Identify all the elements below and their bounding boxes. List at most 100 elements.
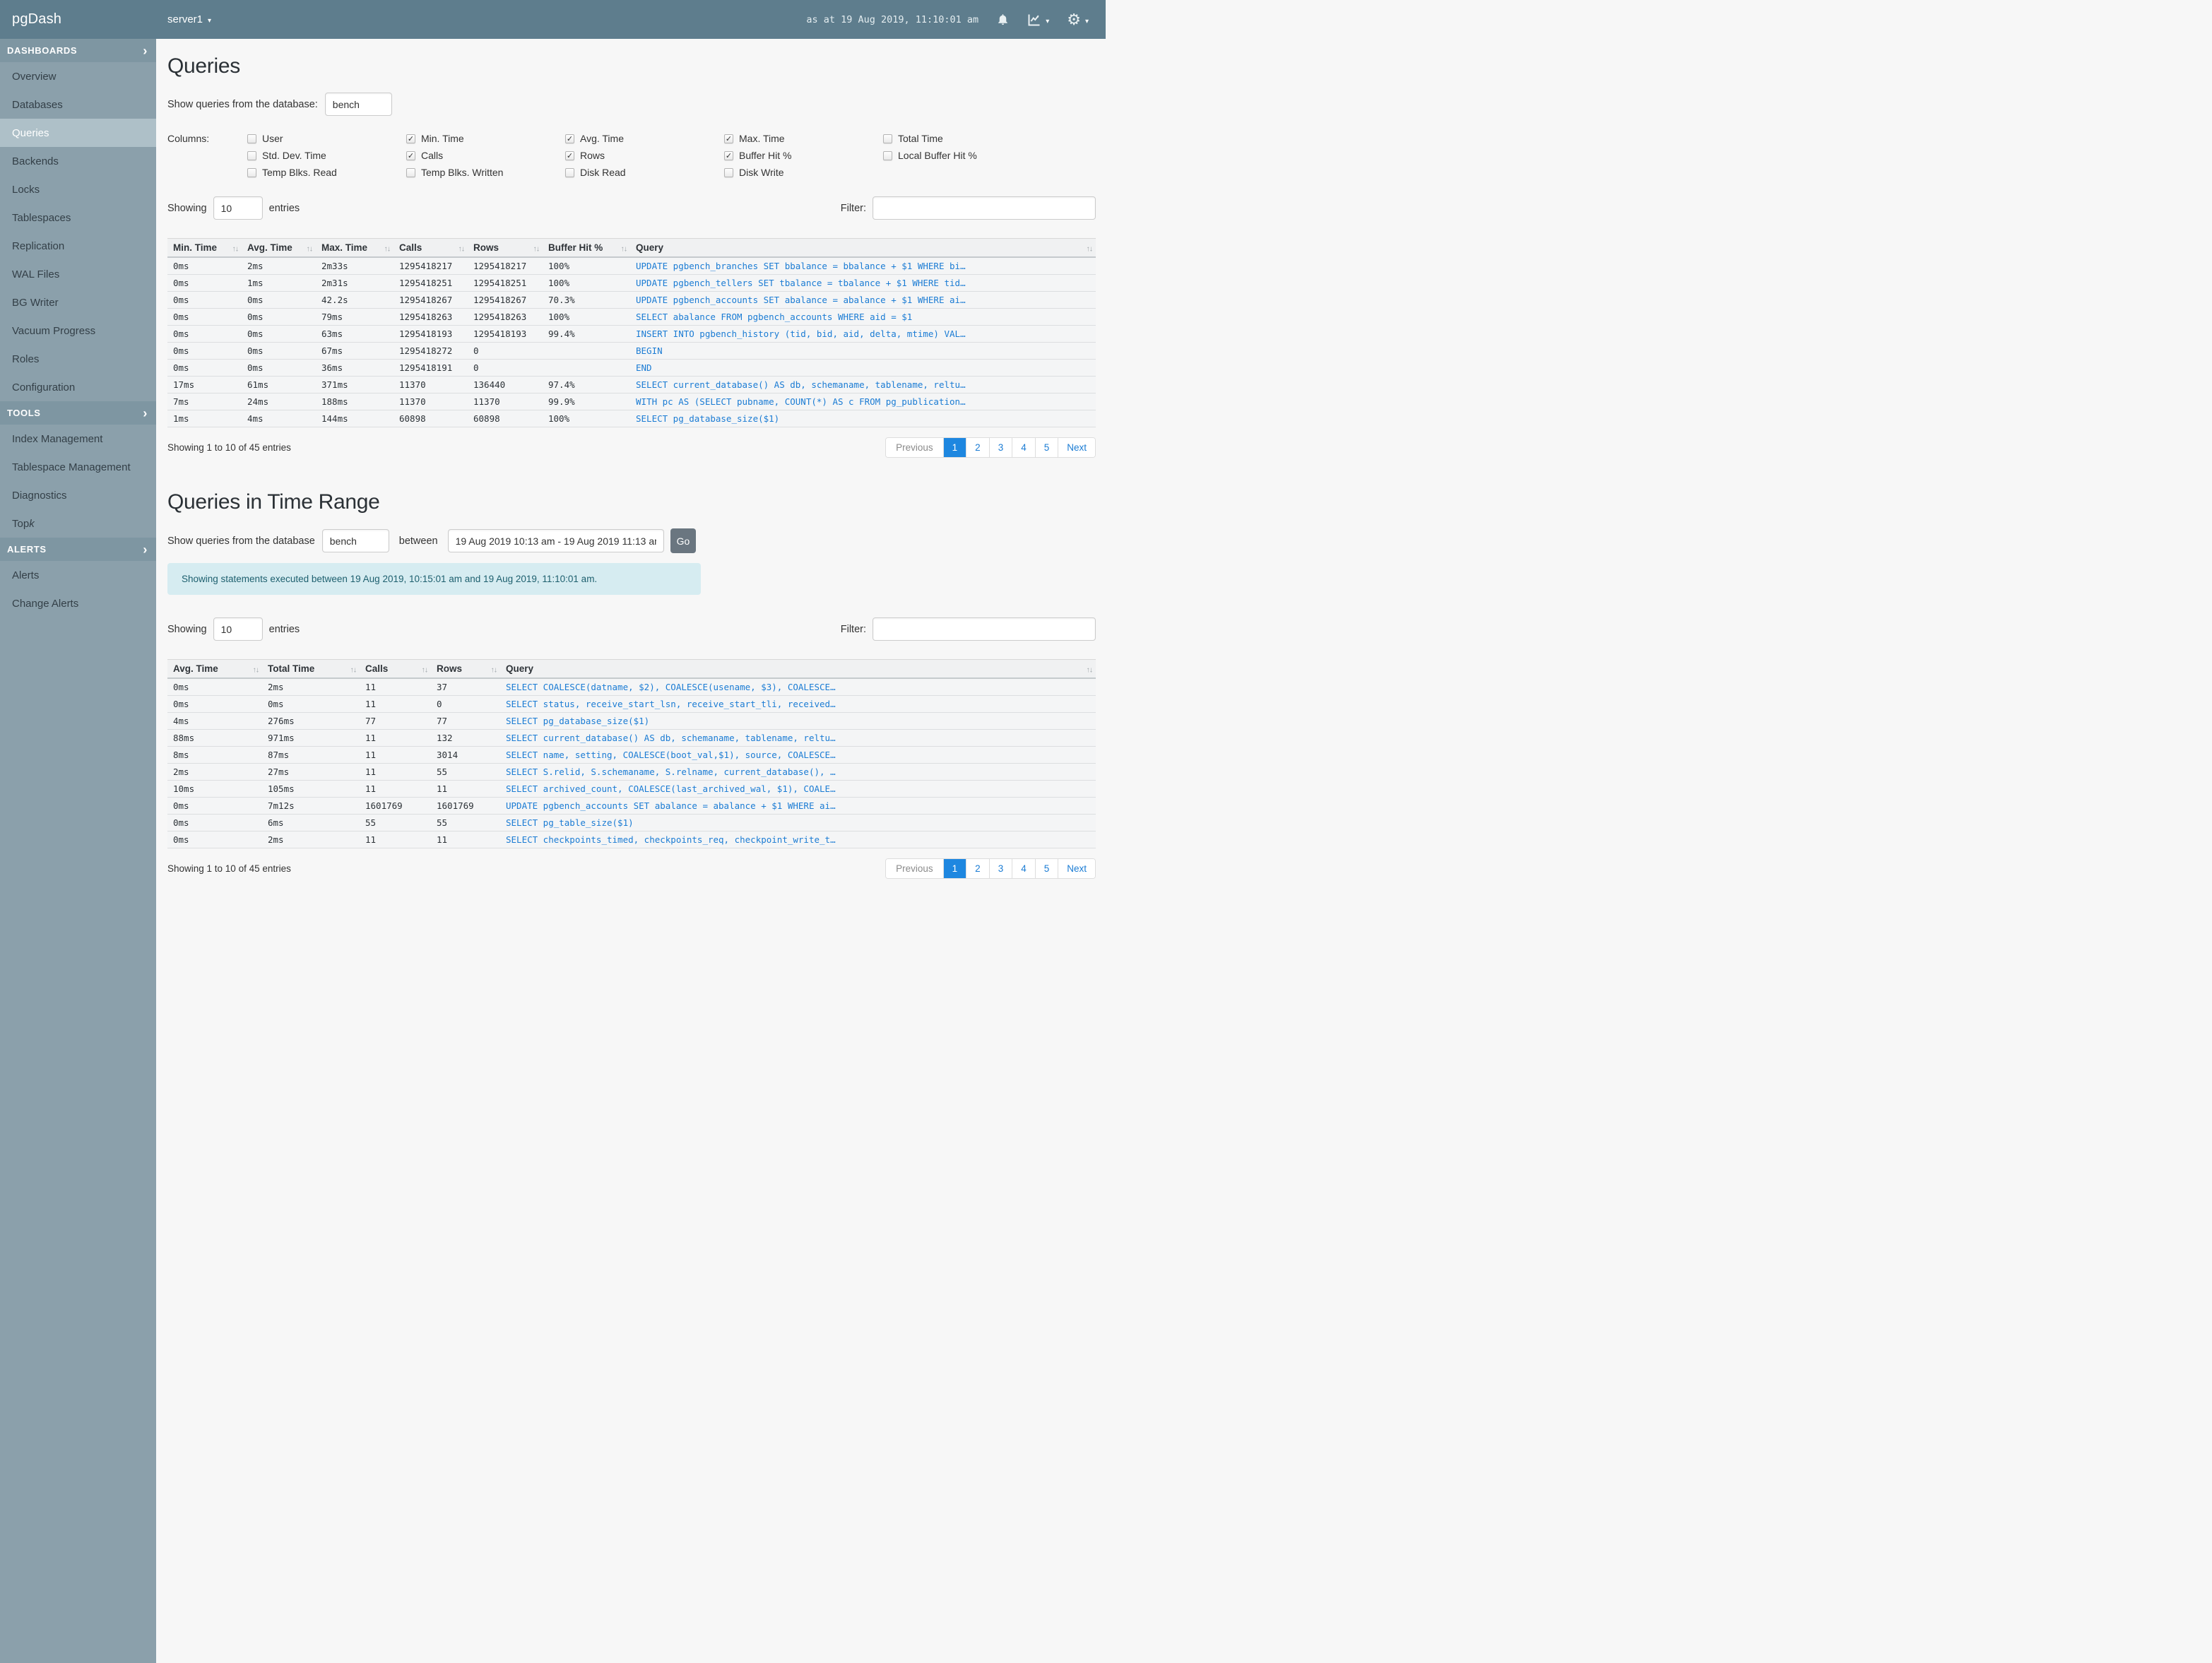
column-header-rows[interactable]: Rows [468, 238, 543, 258]
column-header-query[interactable]: Query [500, 659, 1096, 679]
sidebar-item-wal-files[interactable]: WAL Files [0, 260, 156, 288]
charts-menu-button[interactable] [1027, 13, 1049, 27]
checkbox[interactable] [406, 167, 415, 177]
checkbox[interactable] [883, 150, 892, 160]
pagination-previous[interactable]: Previous [886, 438, 943, 457]
checkbox[interactable] [724, 150, 733, 160]
checkbox[interactable] [724, 134, 733, 143]
sidebar-item-tablespace-management[interactable]: Tablespace Management [0, 453, 156, 481]
query-link[interactable]: SELECT abalance FROM pgbench_accounts WH… [636, 312, 912, 322]
query-link[interactable]: UPDATE pgbench_accounts SET abalance = a… [506, 800, 836, 811]
sidebar-item-vacuum-progress[interactable]: Vacuum Progress [0, 316, 156, 345]
column-checkbox-rows[interactable]: Rows [565, 150, 724, 161]
pagination-page-4[interactable]: 4 [1012, 438, 1035, 457]
checkbox[interactable] [724, 167, 733, 177]
column-header-avg-time[interactable]: Avg. Time [242, 238, 316, 258]
pagination-page-1[interactable]: 1 [942, 859, 966, 878]
sidebar-section-tools[interactable]: TOOLS [0, 401, 156, 425]
sidebar-item-databases[interactable]: Databases [0, 90, 156, 119]
checkbox[interactable] [406, 134, 415, 143]
query-link[interactable]: SELECT current_database() AS db, scheman… [506, 733, 836, 743]
notifications-button[interactable] [996, 13, 1010, 27]
query-link[interactable]: WITH pc AS (SELECT pubname, COUNT(*) AS … [636, 396, 966, 407]
sidebar-item-diagnostics[interactable]: Diagnostics [0, 481, 156, 509]
sidebar-item-bg-writer[interactable]: BG Writer [0, 288, 156, 316]
column-checkbox-temp-blks-written[interactable]: Temp Blks. Written [406, 167, 565, 178]
column-checkbox-total-time[interactable]: Total Time [883, 133, 1042, 144]
pagination-page-5[interactable]: 5 [1034, 438, 1058, 457]
pagination-page-1[interactable]: 1 [942, 438, 966, 457]
sidebar-section-dashboards[interactable]: DASHBOARDS [0, 39, 156, 62]
query-link[interactable]: SELECT current_database() AS db, scheman… [636, 379, 966, 390]
sidebar-item-alerts[interactable]: Alerts [0, 561, 156, 589]
sidebar-item-configuration[interactable]: Configuration [0, 373, 156, 401]
checkbox[interactable] [883, 134, 892, 143]
sidebar-section-alerts[interactable]: ALERTS [0, 538, 156, 561]
time-range-input[interactable] [447, 529, 664, 552]
query-link[interactable]: SELECT pg_table_size($1) [506, 817, 634, 828]
sidebar-item-backends[interactable]: Backends [0, 147, 156, 175]
query-link[interactable]: SELECT pg_database_size($1) [636, 413, 779, 424]
column-checkbox-min-time[interactable]: Min. Time [406, 133, 565, 144]
checkbox[interactable] [565, 167, 574, 177]
pagination-page-3[interactable]: 3 [988, 438, 1012, 457]
query-link[interactable]: INSERT INTO pgbench_history (tid, bid, a… [636, 329, 966, 339]
checkbox[interactable] [247, 150, 256, 160]
query-link[interactable]: UPDATE pgbench_branches SET bbalance = b… [636, 261, 966, 271]
pagination-page-2[interactable]: 2 [966, 859, 989, 878]
query-link[interactable]: UPDATE pgbench_tellers SET tbalance = tb… [636, 278, 966, 288]
query-link[interactable]: SELECT COALESCE(datname, $2), COALESCE(u… [506, 682, 836, 692]
filter-input-timerange[interactable] [873, 617, 1096, 641]
sidebar-item-index-management[interactable]: Index Management [0, 425, 156, 453]
pagination-next[interactable]: Next [1058, 438, 1095, 457]
column-checkbox-std-dev-time[interactable]: Std. Dev. Time [247, 150, 406, 161]
column-checkbox-calls[interactable]: Calls [406, 150, 565, 161]
column-header-calls[interactable]: Calls [360, 659, 431, 679]
query-link[interactable]: UPDATE pgbench_accounts SET abalance = a… [636, 295, 966, 305]
pagination-page-3[interactable]: 3 [988, 859, 1012, 878]
query-link[interactable]: SELECT pg_database_size($1) [506, 716, 649, 726]
column-checkbox-local-buffer-hit[interactable]: Local Buffer Hit % [883, 150, 1042, 161]
pagination-page-5[interactable]: 5 [1034, 859, 1058, 878]
pagination-next[interactable]: Next [1058, 859, 1095, 878]
query-link[interactable]: SELECT checkpoints_timed, checkpoints_re… [506, 834, 836, 845]
column-header-total-time[interactable]: Total Time [262, 659, 360, 679]
entries-per-page-input-timerange[interactable] [213, 617, 263, 641]
filter-input[interactable] [873, 196, 1096, 220]
database-input-timerange[interactable] [321, 529, 389, 552]
column-header-rows[interactable]: Rows [431, 659, 500, 679]
sidebar-item-replication[interactable]: Replication [0, 232, 156, 260]
column-checkbox-disk-read[interactable]: Disk Read [565, 167, 724, 178]
sidebar-item-tablespaces[interactable]: Tablespaces [0, 203, 156, 232]
sidebar-item-roles[interactable]: Roles [0, 345, 156, 373]
column-header-min-time[interactable]: Min. Time [167, 238, 242, 258]
sidebar-item-locks[interactable]: Locks [0, 175, 156, 203]
query-link[interactable]: SELECT name, setting, COALESCE(boot_val,… [506, 750, 836, 760]
checkbox[interactable] [406, 150, 415, 160]
pagination-page-4[interactable]: 4 [1012, 859, 1035, 878]
sidebar-item-queries[interactable]: Queries [0, 119, 156, 147]
column-checkbox-user[interactable]: User [247, 133, 406, 144]
column-checkbox-buffer-hit[interactable]: Buffer Hit % [724, 150, 883, 161]
query-link[interactable]: SELECT status, receive_start_lsn, receiv… [506, 699, 836, 709]
checkbox[interactable] [247, 134, 256, 143]
query-link[interactable]: SELECT archived_count, COALESCE(last_arc… [506, 783, 836, 794]
server-selector[interactable]: server1 [167, 13, 211, 25]
column-header-max-time[interactable]: Max. Time [316, 238, 394, 258]
column-checkbox-max-time[interactable]: Max. Time [724, 133, 883, 144]
column-header-avg-time[interactable]: Avg. Time [167, 659, 262, 679]
sidebar-item-change-alerts[interactable]: Change Alerts [0, 589, 156, 617]
checkbox[interactable] [565, 150, 574, 160]
entries-per-page-input[interactable] [213, 196, 263, 220]
column-header-query[interactable]: Query [630, 238, 1096, 258]
sidebar-item-overview[interactable]: Overview [0, 62, 156, 90]
column-header-buffer-hit[interactable]: Buffer Hit % [543, 238, 630, 258]
pagination-page-2[interactable]: 2 [966, 438, 989, 457]
go-button[interactable]: Go [670, 528, 697, 553]
query-link[interactable]: END [636, 362, 652, 373]
query-link[interactable]: BEGIN [636, 345, 663, 356]
checkbox[interactable] [247, 167, 256, 177]
column-checkbox-disk-write[interactable]: Disk Write [724, 167, 883, 178]
pagination-previous[interactable]: Previous [886, 859, 943, 878]
settings-menu-button[interactable] [1067, 12, 1089, 28]
